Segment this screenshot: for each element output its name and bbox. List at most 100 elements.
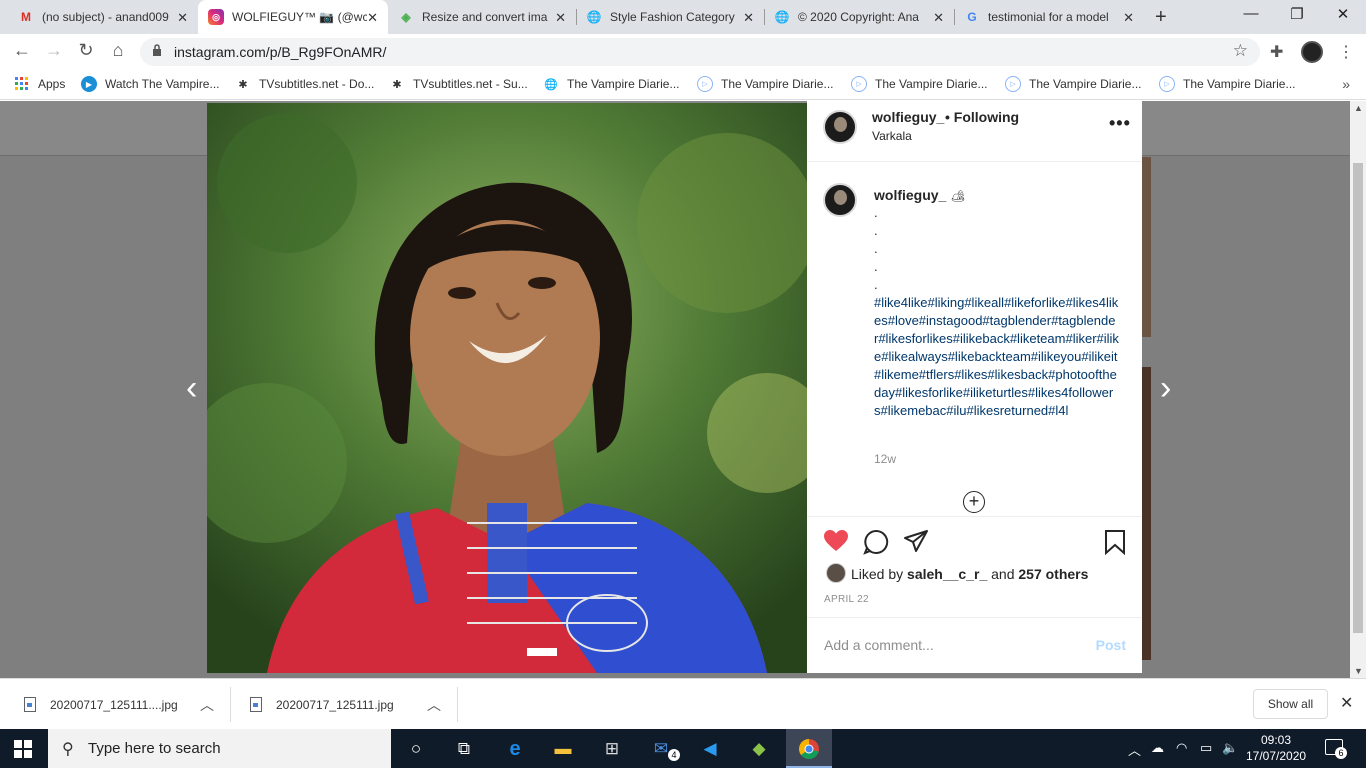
- scroll-down-icon[interactable]: ▼: [1354, 666, 1363, 676]
- bookmark-apps[interactable]: Apps: [14, 76, 65, 92]
- post-username[interactable]: wolfieguy_: [872, 109, 944, 125]
- close-icon[interactable]: ✕: [367, 10, 378, 26]
- instagram-icon: ◎: [208, 9, 224, 25]
- new-tab-button[interactable]: +: [1155, 6, 1167, 29]
- windows-taskbar: ⚲ Type here to search ○ ⧉ e ▬ ⊞ ✉ 4 ◀ ◆ …: [0, 729, 1366, 768]
- bookmark-item[interactable]: 🌐 The Vampire Diarie...: [543, 76, 679, 92]
- close-icon[interactable]: ✕: [1340, 693, 1353, 713]
- post-date[interactable]: APRIL 22: [824, 594, 869, 605]
- onedrive-cloud-icon[interactable]: ☁: [1151, 740, 1164, 756]
- search-icon: ⚲: [62, 741, 74, 758]
- show-all-downloads-button[interactable]: Show all: [1253, 689, 1328, 719]
- volume-icon[interactable]: 🔈: [1222, 740, 1238, 756]
- download-filename: 20200717_125111.jpg: [276, 697, 394, 712]
- tab-copyright[interactable]: 🌐 © 2020 Copyright: Ana ✕: [764, 0, 954, 34]
- close-icon[interactable]: ✕: [743, 10, 754, 26]
- chrome-icon[interactable]: [796, 736, 822, 762]
- following-status[interactable]: • Following: [945, 109, 1019, 125]
- more-options-icon[interactable]: •••: [1109, 113, 1131, 134]
- heart-icon[interactable]: [823, 529, 849, 553]
- bluestacks-icon[interactable]: ◆: [746, 736, 772, 762]
- post-age[interactable]: 12w: [874, 452, 896, 466]
- taskbar-search-box[interactable]: ⚲ Type here to search: [48, 729, 391, 768]
- download-item[interactable]: 20200717_125111.jpg: [250, 679, 394, 730]
- close-icon[interactable]: ✕: [177, 10, 188, 26]
- liked-by-text: Liked by saleh__c_r_ and 257 others: [851, 566, 1088, 582]
- load-more-comments-icon[interactable]: +: [963, 491, 985, 513]
- forward-button[interactable]: →: [42, 40, 66, 61]
- tab-style-fashion[interactable]: 🌐 Style Fashion Category ✕: [576, 0, 764, 34]
- liked-others-link[interactable]: 257 others: [1018, 566, 1088, 582]
- windows-start-icon[interactable]: [14, 740, 32, 758]
- bookmark-item[interactable]: ✱ TVsubtitles.net - Do...: [235, 76, 374, 92]
- downloads-bar: 20200717_125111....jpg ︿ 20200717_125111…: [0, 678, 1366, 729]
- post-location[interactable]: Varkala: [872, 129, 912, 143]
- tab-instagram[interactable]: ◎ WOLFIEGUY™ 📷 (@wc ✕: [198, 0, 388, 34]
- save-bookmark-icon[interactable]: [1104, 529, 1126, 555]
- close-icon[interactable]: ✕: [933, 10, 944, 26]
- caption-hashtags[interactable]: #like4like#liking#likeall#likeforlike#li…: [874, 295, 1119, 418]
- bookmark-item[interactable]: ▶ Watch The Vampire...: [81, 76, 220, 92]
- image-file-icon: [24, 697, 36, 712]
- edge-icon[interactable]: e: [502, 736, 528, 762]
- tab-gmail[interactable]: M (no subject) - anand009 ✕: [8, 0, 198, 34]
- chevron-up-icon[interactable]: ︿: [200, 679, 214, 730]
- bookmark-item[interactable]: ▷ The Vampire Diarie...: [1005, 76, 1141, 92]
- share-icon[interactable]: [903, 529, 929, 553]
- close-window-button[interactable]: ✕: [1323, 5, 1363, 23]
- chrome-menu-icon[interactable]: ⋮: [1338, 42, 1354, 62]
- browser-toolbar: ← → ↻ ⌂ instagram.com/p/B_Rg9FOnAMR/ ☆ ✚…: [0, 34, 1366, 70]
- post-comment-button[interactable]: Post: [1096, 637, 1126, 653]
- close-icon[interactable]: ✕: [1123, 10, 1134, 26]
- liked-and: and: [991, 566, 1015, 582]
- avatar[interactable]: [823, 110, 857, 144]
- bookmark-item[interactable]: ▷ The Vampire Diarie...: [697, 76, 833, 92]
- address-bar[interactable]: instagram.com/p/B_Rg9FOnAMR/ ☆: [140, 38, 1260, 66]
- tab-resize[interactable]: ◈ Resize and convert ima ✕: [388, 0, 576, 34]
- resize-app-icon: ◈: [401, 10, 411, 24]
- background-post: [1142, 157, 1151, 337]
- avatar[interactable]: [823, 183, 857, 217]
- profile-avatar[interactable]: [1301, 41, 1323, 63]
- cortana-icon[interactable]: ○: [403, 736, 429, 762]
- restore-button[interactable]: ❐: [1277, 5, 1317, 23]
- gmail-icon: M: [21, 10, 31, 24]
- bookmark-item[interactable]: ▷ The Vampire Diarie...: [1159, 76, 1295, 92]
- store-icon[interactable]: ⊞: [599, 736, 625, 762]
- comment-input[interactable]: Add a comment...: [824, 637, 934, 653]
- close-icon[interactable]: ✕: [555, 10, 566, 26]
- bookmark-label: The Vampire Diarie...: [875, 77, 988, 91]
- previous-post-arrow[interactable]: ‹: [186, 369, 197, 408]
- bookmark-item[interactable]: ✱ TVsubtitles.net - Su...: [389, 76, 527, 92]
- liker-avatar[interactable]: [826, 563, 846, 583]
- minimize-button[interactable]: —: [1231, 5, 1271, 22]
- extensions-puzzle-icon[interactable]: ✚: [1270, 42, 1283, 62]
- system-clock[interactable]: 09:03 17/07/2020: [1246, 732, 1306, 764]
- wifi-icon[interactable]: ◠: [1176, 740, 1187, 756]
- task-view-icon[interactable]: ⧉: [451, 736, 477, 762]
- bookmark-star-icon[interactable]: ☆: [1233, 41, 1248, 61]
- tab-google[interactable]: G testimonial for a model ✕: [954, 0, 1144, 34]
- tab-label: © 2020 Copyright: Ana: [798, 10, 919, 24]
- download-filename: 20200717_125111....jpg: [50, 697, 178, 712]
- liked-user-link[interactable]: saleh__c_r_: [907, 566, 987, 582]
- tab-label: Resize and convert ima: [422, 10, 548, 24]
- home-button[interactable]: ⌂: [106, 40, 130, 61]
- scroll-up-icon[interactable]: ▲: [1354, 103, 1363, 113]
- back-button[interactable]: ←: [10, 40, 34, 61]
- show-hidden-icons-chevron-icon[interactable]: ︿: [1128, 740, 1141, 759]
- battery-icon[interactable]: ▭: [1200, 740, 1212, 756]
- next-post-arrow[interactable]: ›: [1160, 369, 1171, 408]
- reload-button[interactable]: ↻: [74, 40, 98, 61]
- download-item[interactable]: 20200717_125111....jpg: [24, 679, 178, 730]
- vscode-icon[interactable]: ◀: [697, 736, 723, 762]
- scroll-thumb[interactable]: [1353, 163, 1363, 633]
- chevron-up-icon[interactable]: ︿: [427, 679, 441, 730]
- bookmarks-overflow-icon[interactable]: »: [1342, 76, 1350, 92]
- comment-icon[interactable]: [863, 529, 889, 555]
- page-scrollbar[interactable]: ▲ ▼: [1350, 101, 1366, 678]
- liked-prefix: Liked by: [851, 566, 904, 582]
- bookmark-item[interactable]: ▷ The Vampire Diarie...: [851, 76, 987, 92]
- file-explorer-icon[interactable]: ▬: [550, 736, 576, 762]
- caption-username[interactable]: wolfieguy_ 🏕: [874, 187, 965, 203]
